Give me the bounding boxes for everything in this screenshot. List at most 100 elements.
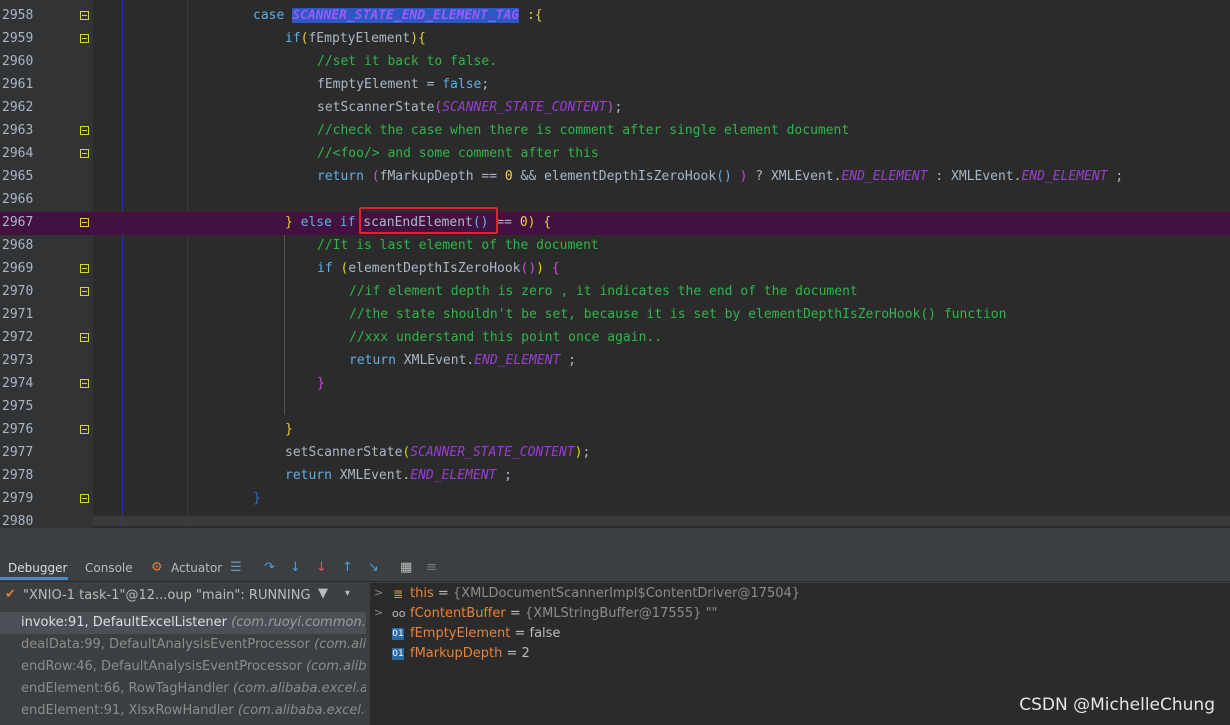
line-number: 2970 bbox=[2, 284, 34, 299]
fold-marker-icon[interactable] bbox=[80, 425, 89, 434]
actuator-icon: ⚙ bbox=[151, 560, 163, 575]
fold-marker-icon[interactable] bbox=[80, 218, 89, 227]
code-text: setScannerState(SCANNER_STATE_CONTENT); bbox=[317, 100, 623, 115]
code-comment: //It is last element of the document bbox=[317, 238, 599, 253]
chevron-down-icon[interactable]: ▾ bbox=[345, 588, 350, 599]
code-line: 2970 //if element depth is zero , it ind… bbox=[0, 281, 1230, 304]
frame-item[interactable]: invoke:91, DefaultExcelListener (com.ruo… bbox=[0, 612, 366, 634]
code-text: } bbox=[317, 376, 325, 391]
code-comment: //<foo/> and some comment after this bbox=[317, 146, 599, 161]
line-number: 2978 bbox=[2, 468, 34, 483]
code-comment: //the state shouldn't be set, because it… bbox=[349, 307, 1007, 322]
primitive-icon: 01 bbox=[392, 628, 404, 640]
watch-icon: oo bbox=[392, 607, 406, 620]
fold-marker-icon[interactable] bbox=[80, 494, 89, 503]
horizontal-scrollbar[interactable] bbox=[93, 516, 1230, 526]
trace-icon[interactable]: ≡ bbox=[426, 560, 437, 575]
code-line: 2969 if (elementDepthIsZeroHook()) { bbox=[0, 258, 1230, 281]
code-text: } bbox=[285, 422, 293, 437]
code-text: fEmptyElement = false; bbox=[317, 77, 490, 92]
code-line: 2964 //<foo/> and some comment after thi… bbox=[0, 143, 1230, 166]
expand-arrow-icon[interactable]: > bbox=[374, 606, 383, 619]
code-line: 2962 setScannerState(SCANNER_STATE_CONTE… bbox=[0, 97, 1230, 120]
line-number: 2958 bbox=[2, 8, 34, 23]
force-step-into-icon[interactable]: ↓ bbox=[316, 560, 327, 575]
line-number: 2974 bbox=[2, 376, 34, 391]
line-number: 2979 bbox=[2, 491, 34, 506]
line-number: 2960 bbox=[2, 54, 34, 69]
expand-arrow-icon[interactable]: > bbox=[374, 586, 383, 599]
thread-selector[interactable]: ✔ "XNIO-1 task-1"@12...oup "main": RUNNI… bbox=[0, 583, 366, 610]
fold-marker-icon[interactable] bbox=[80, 126, 89, 135]
code-line: 2958 case SCANNER_STATE_END_ELEMENT_TAG … bbox=[0, 5, 1230, 28]
frame-item[interactable]: dealData:99, DefaultAnalysisEventProcess… bbox=[0, 634, 366, 656]
check-icon: ✔ bbox=[5, 587, 16, 602]
code-line: 2971 //the state shouldn't be set, becau… bbox=[0, 304, 1230, 327]
code-text: if (elementDepthIsZeroHook()) { bbox=[317, 261, 560, 276]
tab-actuator[interactable]: Actuator bbox=[171, 561, 222, 575]
code-text: case SCANNER_STATE_END_ELEMENT_TAG :{ bbox=[253, 8, 543, 23]
code-line: 2977 setScannerState(SCANNER_STATE_CONTE… bbox=[0, 442, 1230, 465]
code-text: return XMLEvent.END_ELEMENT ; bbox=[349, 353, 576, 368]
line-number: 2971 bbox=[2, 307, 34, 322]
tab-debugger[interactable]: Debugger bbox=[8, 561, 67, 575]
line-number: 2975 bbox=[2, 399, 34, 414]
primitive-icon: 01 bbox=[392, 648, 404, 660]
line-number: 2973 bbox=[2, 353, 34, 368]
line-number: 2969 bbox=[2, 261, 34, 276]
fold-marker-icon[interactable] bbox=[80, 34, 89, 43]
code-line: 2974 } bbox=[0, 373, 1230, 396]
code-text: return (fMarkupDepth == 0 && elementDept… bbox=[317, 169, 1124, 184]
evaluate-icon[interactable]: ▦ bbox=[400, 560, 412, 575]
line-number: 2977 bbox=[2, 445, 34, 460]
line-number: 2962 bbox=[2, 100, 34, 115]
line-number: 2963 bbox=[2, 123, 34, 138]
line-number: 2966 bbox=[2, 192, 34, 207]
step-over-icon[interactable]: ↷ bbox=[264, 560, 275, 575]
code-comment: //set it back to false. bbox=[317, 54, 498, 69]
step-out-icon[interactable]: ↑ bbox=[342, 560, 353, 575]
fold-marker-icon[interactable] bbox=[80, 149, 89, 158]
code-line: 2966 bbox=[0, 189, 1230, 212]
code-comment: //xxx understand this point once again.. bbox=[349, 330, 663, 345]
code-editor[interactable]: 2958 case SCANNER_STATE_END_ELEMENT_TAG … bbox=[0, 0, 1230, 528]
frame-item[interactable]: endElement:66, RowTagHandler (com.alibab… bbox=[0, 678, 366, 700]
code-line: 2978 return XMLEvent.END_ELEMENT ; bbox=[0, 465, 1230, 488]
frame-item[interactable]: endElement:91, XlsxRowHandler (com.aliba… bbox=[0, 700, 366, 722]
code-line: 2972 //xxx understand this point once ag… bbox=[0, 327, 1230, 350]
thread-label: "XNIO-1 task-1"@12...oup "main": RUNNING bbox=[23, 588, 311, 603]
fold-marker-icon[interactable] bbox=[80, 333, 89, 342]
code-text: if(fEmptyElement){ bbox=[285, 31, 426, 46]
line-number: 2959 bbox=[2, 31, 34, 46]
highlight-box bbox=[359, 207, 498, 234]
line-number: 2961 bbox=[2, 77, 34, 92]
fold-marker-icon[interactable] bbox=[80, 287, 89, 296]
fold-marker-icon[interactable] bbox=[80, 379, 89, 388]
frames-list: invoke:91, DefaultExcelListener (com.ruo… bbox=[0, 610, 366, 725]
code-line: 2976 } bbox=[0, 419, 1230, 442]
field-icon: ≣ bbox=[392, 587, 404, 601]
code-comment: //if element depth is zero , it indicate… bbox=[349, 284, 858, 299]
code-line: 2963 //check the case when there is comm… bbox=[0, 120, 1230, 143]
frame-item[interactable]: endRow:46, DefaultAnalysisEventProcessor… bbox=[0, 656, 366, 678]
run-to-cursor-icon[interactable]: ↘ bbox=[368, 560, 379, 575]
code-line: 2979 } bbox=[0, 488, 1230, 511]
line-number: 2967 bbox=[2, 215, 34, 230]
code-line: 2965 return (fMarkupDepth == 0 && elemen… bbox=[0, 166, 1230, 189]
step-into-icon[interactable]: ↓ bbox=[290, 560, 301, 575]
code-line: 2961 fEmptyElement = false; bbox=[0, 74, 1230, 97]
fold-marker-icon[interactable] bbox=[80, 264, 89, 273]
code-line: 2959 if(fEmptyElement){ bbox=[0, 28, 1230, 51]
code-text: } bbox=[253, 491, 261, 506]
code-line-highlighted: 2967 } else if scanEndElement() == 0) { bbox=[0, 212, 1230, 235]
code-line: 2973 return XMLEvent.END_ELEMENT ; bbox=[0, 350, 1230, 373]
code-line: 2975 bbox=[0, 396, 1230, 419]
menu-icon[interactable]: ☰ bbox=[230, 560, 242, 575]
filter-icon[interactable]: ▼ bbox=[318, 586, 328, 601]
tab-console[interactable]: Console bbox=[85, 561, 133, 575]
code-text: return XMLEvent.END_ELEMENT ; bbox=[285, 468, 512, 483]
line-number: 2980 bbox=[2, 514, 34, 528]
code-comment: //check the case when there is comment a… bbox=[317, 123, 850, 138]
fold-marker-icon[interactable] bbox=[80, 11, 89, 20]
code-line: 2960 //set it back to false. bbox=[0, 51, 1230, 74]
